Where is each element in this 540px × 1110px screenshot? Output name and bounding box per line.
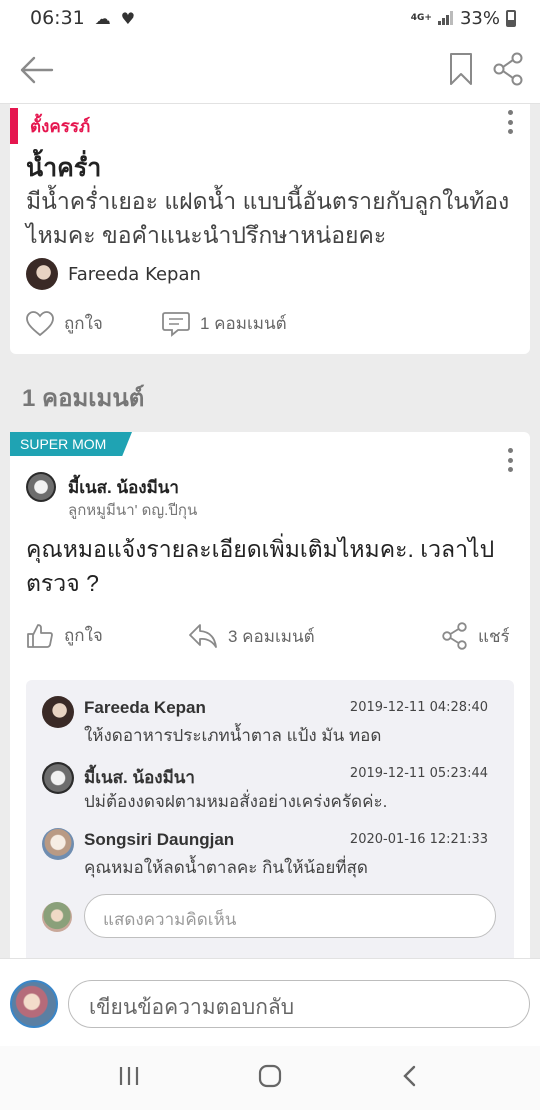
commenter-name[interactable]: มี้เนส. น้องมีนา — [68, 474, 179, 501]
reply-timestamp: 2020-01-16 12:21:33 — [349, 832, 488, 847]
reply-avatar[interactable] — [42, 828, 74, 860]
reply-input[interactable]: แสดงความคิดเห็น — [84, 894, 496, 938]
post-like-label: ถูกใจ — [64, 314, 103, 333]
heart-icon — [26, 310, 54, 336]
heart-status-icon: ♥ — [120, 8, 136, 28]
commenter-avatar[interactable] — [26, 472, 56, 502]
comment-icon — [162, 311, 190, 337]
top-navigation — [0, 36, 540, 104]
compose-input[interactable]: เขียนข้อความตอบกลับ — [68, 980, 530, 1028]
post-card: ตั้งครรภ์ น้ำคร่ำ มีน้ำคร่ำเยอะ แฝดน้ำ แ… — [10, 104, 530, 354]
reply-avatar[interactable] — [42, 762, 74, 794]
current-user-avatar — [42, 902, 72, 932]
share-icon[interactable] — [492, 52, 524, 86]
reply-avatar[interactable] — [42, 696, 74, 728]
category-marker — [10, 108, 18, 144]
status-bar: 06:31 ☁ ♥ 4G+ 33% — [0, 0, 540, 36]
comment-share-button[interactable]: แชร์ — [442, 622, 510, 650]
reply-timestamp: 2019-12-11 04:28:40 — [349, 700, 488, 715]
post-comment-button[interactable]: 1 คอมเมนต์ — [162, 310, 287, 337]
home-icon[interactable] — [258, 1064, 282, 1088]
share-icon — [442, 622, 467, 650]
bookmark-icon[interactable] — [449, 52, 473, 86]
system-nav-bar — [0, 1046, 540, 1110]
post-like-button[interactable]: ถูกใจ — [26, 310, 103, 337]
reply-icon — [189, 624, 217, 648]
commenter-subtitle: ลูกหมูมีนา' ดญ.ปีกุน — [68, 502, 198, 519]
replies-panel: Fareeda Kepan 2019-12-11 04:28:40 ให้งดอ… — [26, 680, 514, 962]
reply-item: Songsiri Daungjan 2020-01-16 12:21:33 คุ… — [26, 828, 514, 888]
signal-icon — [437, 11, 453, 25]
reply-text: คุณหมอให้ลดน้ำตาลคะ กินให้น้อยที่สุด — [84, 858, 368, 877]
my-avatar — [10, 980, 58, 1028]
post-title: น้ำคร่ำ — [26, 154, 102, 182]
comments-heading: 1 คอมเมนต์ — [22, 385, 145, 412]
reply-text: ให้งดอาหารประเภทน้ำตาล แป้ง มัน ทอด — [84, 726, 382, 745]
network-indicator: 4G+ — [410, 12, 432, 23]
comment-like-button[interactable]: ถูกใจ — [26, 622, 103, 649]
recent-apps-icon[interactable] — [118, 1064, 140, 1088]
reply-text: ปม่ต้องงดจฝตามหมอสั่งอย่างเคร่งครัดค่ะ. — [84, 792, 388, 811]
post-body: มีน้ำคร่ำเยอะ แฝดน้ำ แบบนี้อันตรายกับลูก… — [26, 188, 510, 248]
back-arrow-icon[interactable] — [18, 52, 56, 88]
comment-like-label: ถูกใจ — [64, 626, 103, 645]
weather-icon: ☁ — [94, 8, 111, 28]
reply-timestamp: 2019-12-11 05:23:44 — [349, 766, 488, 781]
reply-item: Fareeda Kepan 2019-12-11 04:28:40 ให้งดอ… — [26, 696, 514, 756]
post-category[interactable]: ตั้งครรภ์ — [30, 113, 90, 140]
super-mom-badge: SUPER MOM — [10, 432, 132, 456]
post-author-name[interactable]: Fareeda Kepan — [68, 264, 201, 285]
comment-text: คุณหมอแจ้งรายละเอียดเพิ่มเติมไหมคะ. เวลา… — [26, 536, 495, 596]
back-nav-icon[interactable] — [400, 1064, 420, 1088]
status-time: 06:31 — [30, 7, 85, 29]
comment-reply-button[interactable]: 3 คอมเมนต์ — [188, 622, 315, 650]
compose-bar: เขียนข้อความตอบกลับ — [0, 958, 540, 1046]
post-comment-count: 1 คอมเมนต์ — [200, 314, 287, 333]
thumbs-up-icon — [27, 623, 53, 648]
reply-item: มี้เนส. น้องมีนา 2019-12-11 05:23:44 ปม่… — [26, 762, 514, 822]
comment-share-label: แชร์ — [478, 626, 510, 646]
comment-card: SUPER MOM มี้เนส. น้องมีนา ลูกหมูมีนา' ด… — [10, 432, 530, 962]
reply-input-row: แสดงความคิดเห็น — [26, 894, 514, 944]
post-more-icon[interactable] — [507, 110, 513, 134]
reply-author[interactable]: Fareeda Kepan — [84, 698, 206, 718]
comment-more-icon[interactable] — [507, 448, 513, 472]
post-author-avatar[interactable] — [26, 258, 58, 290]
comment-reply-count: 3 คอมเมนต์ — [228, 626, 315, 646]
battery-percent: 33% — [459, 7, 500, 29]
reply-author[interactable]: มี้เนส. น้องมีนา — [84, 764, 195, 791]
battery-icon — [506, 9, 516, 27]
reply-author[interactable]: Songsiri Daungjan — [84, 830, 234, 850]
